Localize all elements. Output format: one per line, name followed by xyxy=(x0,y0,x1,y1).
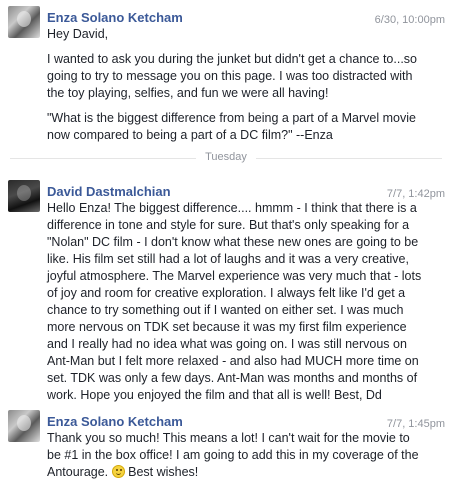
message-line: joyful atmosphere. The Marvel experience… xyxy=(47,269,422,283)
divider-label: Tuesday xyxy=(205,151,247,163)
message-line: chance to try something out if I wanted … xyxy=(47,303,404,317)
message-line: Hello Enza! The biggest difference.... h… xyxy=(47,201,417,215)
message-line: "What is the biggest difference from bei… xyxy=(47,111,416,125)
message-line: like. His film set still had a lot of la… xyxy=(47,252,409,266)
message-line: Antourage. Best wishes! xyxy=(47,464,439,481)
sender-name[interactable]: Enza Solano Ketcham xyxy=(47,10,183,25)
message-line: going to try to message you on this page… xyxy=(47,69,413,83)
divider-line xyxy=(256,158,442,159)
divider-line xyxy=(10,158,196,159)
message-line: Thank you so much! This means a lot! I c… xyxy=(47,431,410,445)
message-line: Ant-Man but I felt more relaxed - and al… xyxy=(47,354,419,368)
message-text: Best wishes! xyxy=(124,465,199,479)
message-line: of joy and room for creative exploration… xyxy=(47,286,406,300)
message-line: now compared to being a part of a DC fil… xyxy=(47,128,333,142)
message-item: Enza Solano Ketcham 7/7, 1:45pm Thank yo… xyxy=(0,410,452,485)
message-line: be #1 in the box office! I am going to a… xyxy=(47,448,419,462)
message-line: Hey David, xyxy=(47,27,109,41)
message-text: Antourage. xyxy=(47,465,112,479)
message-timestamp: 6/30, 10:00pm xyxy=(374,14,445,26)
message-body: Hey David, I wanted to ask you during th… xyxy=(47,26,439,144)
message-line: "Nolan" DC film - I don't know what thes… xyxy=(47,235,419,249)
message-line: more nervous on TDK set because it was m… xyxy=(47,320,407,334)
sender-name[interactable]: Enza Solano Ketcham xyxy=(47,414,183,429)
message-line: the toy playing, selfies, and fun we wer… xyxy=(47,86,329,100)
message-thread: Enza Solano Ketcham 6/30, 10:00pm Hey Da… xyxy=(0,0,452,487)
message-body: Thank you so much! This means a lot! I c… xyxy=(47,430,439,481)
message-body: Hello Enza! The biggest difference.... h… xyxy=(47,200,439,404)
message-item: David Dastmalchian 7/7, 1:42pm Hello Enz… xyxy=(0,180,452,402)
avatar[interactable] xyxy=(8,180,40,212)
message-line: set. TDK was only a few days. Ant-Man wa… xyxy=(47,371,418,385)
message-item: Enza Solano Ketcham 6/30, 10:00pm Hey Da… xyxy=(0,6,452,146)
message-line: I wanted to ask you during the junket bu… xyxy=(47,52,417,66)
message-line: difference in tone and style for sure. B… xyxy=(47,218,410,232)
avatar[interactable] xyxy=(8,410,40,442)
avatar[interactable] xyxy=(8,6,40,38)
date-divider: Tuesday xyxy=(0,151,452,165)
smiley-emoji-icon xyxy=(111,465,125,478)
sender-name[interactable]: David Dastmalchian xyxy=(47,184,171,199)
message-line: and I really had no idea what was going … xyxy=(47,337,407,351)
message-timestamp: 7/7, 1:42pm xyxy=(386,188,445,200)
message-timestamp: 7/7, 1:45pm xyxy=(386,418,445,430)
message-line: work. Hope you enjoyed the film and that… xyxy=(47,388,382,402)
